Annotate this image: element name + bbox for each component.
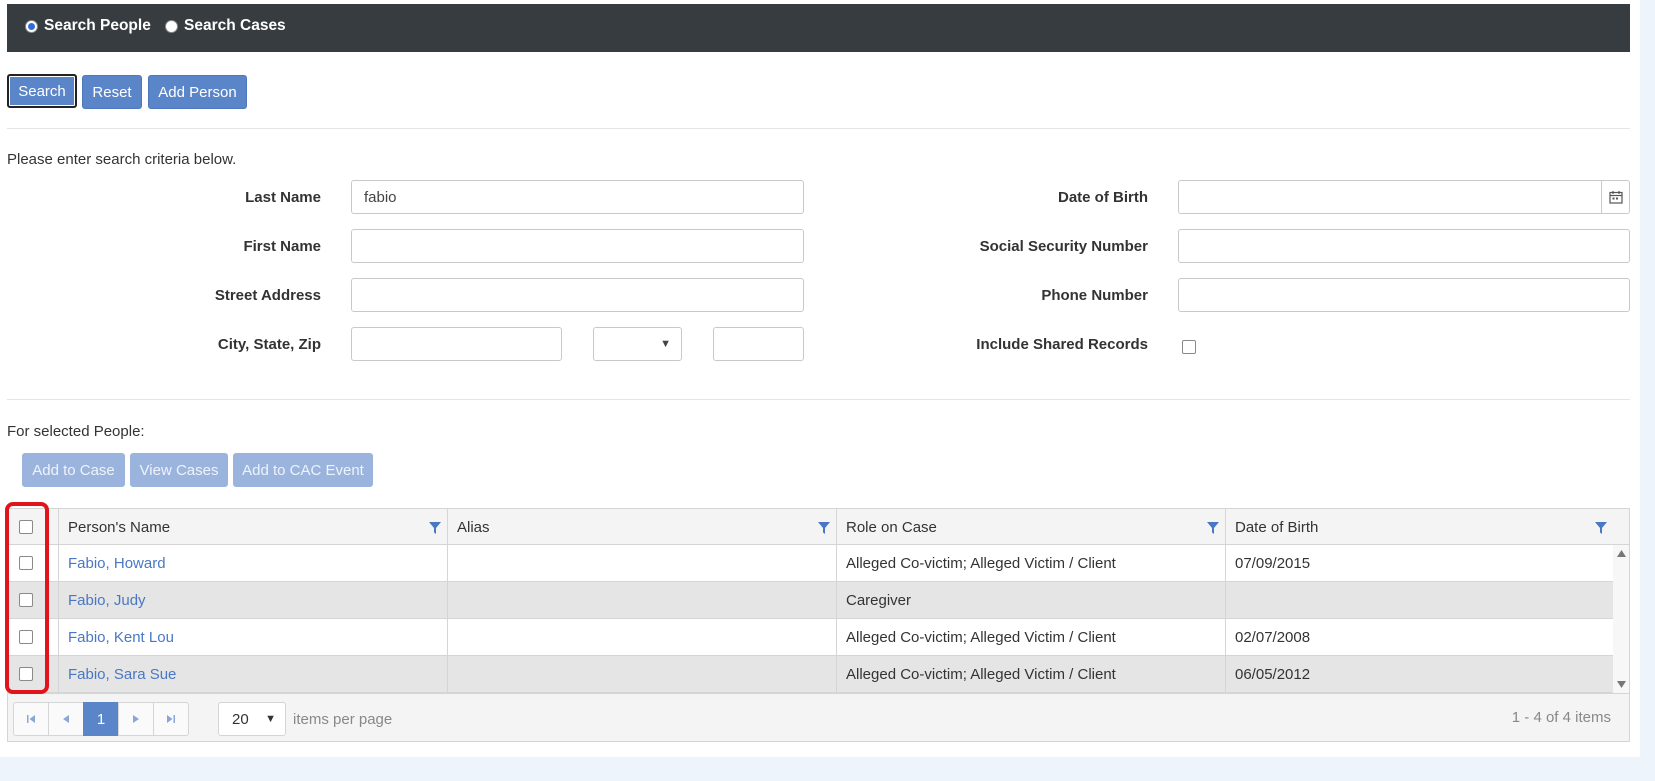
column-header-label: Date of Birth: [1235, 518, 1319, 536]
last-name-label: Last Name: [245, 189, 321, 206]
selected-people-label: For selected People:: [7, 423, 145, 440]
alias-cell: [447, 656, 836, 693]
person-name-cell: Fabio, Sara Sue: [58, 656, 447, 693]
add-to-case-button[interactable]: Add to Case: [22, 453, 125, 487]
scroll-down-icon[interactable]: [1617, 681, 1626, 688]
search-button[interactable]: Search: [7, 74, 77, 108]
city-input[interactable]: [351, 327, 562, 361]
page-1-button[interactable]: 1: [83, 702, 119, 736]
add-person-button[interactable]: Add Person: [148, 75, 247, 109]
role-cell: Alleged Co-victim; Alleged Victim / Clie…: [836, 619, 1225, 656]
divider: [7, 128, 1630, 129]
row-checkbox[interactable]: [19, 593, 33, 607]
role-cell: Alleged Co-victim; Alleged Victim / Clie…: [836, 545, 1225, 582]
view-cases-button[interactable]: View Cases: [130, 453, 228, 487]
city-state-zip-label: City, State, Zip: [217, 336, 321, 353]
page: Search People Search Cases Search Reset …: [0, 0, 1640, 757]
person-name-cell: Fabio, Howard: [58, 545, 447, 582]
role-cell: Caregiver: [836, 582, 1225, 619]
dob-input[interactable]: [1178, 180, 1630, 214]
state-select[interactable]: ▼: [593, 327, 682, 361]
column-header-dob[interactable]: Date of Birth: [1225, 509, 1613, 545]
scroll-up-icon[interactable]: [1617, 550, 1626, 557]
person-name-cell: Fabio, Judy: [58, 582, 447, 619]
grid-scrollbar[interactable]: [1613, 545, 1629, 693]
column-header-role[interactable]: Role on Case: [836, 509, 1225, 545]
select-all-cell: [8, 509, 58, 545]
role-cell: Alleged Co-victim; Alleged Victim / Clie…: [836, 656, 1225, 693]
dob-cell: 02/07/2008: [1225, 619, 1613, 656]
person-name-link[interactable]: Fabio, Judy: [68, 592, 146, 609]
first-page-icon[interactable]: [13, 702, 49, 736]
first-name-input[interactable]: [351, 229, 804, 263]
page-size-value: 20: [232, 710, 249, 728]
table-row[interactable]: Fabio, Judy Caregiver: [8, 582, 1613, 619]
pager-summary: 1 - 4 of 4 items: [1511, 709, 1611, 726]
row-checkbox[interactable]: [19, 667, 33, 681]
search-instructions: Please enter search criteria below.: [7, 151, 237, 168]
caret-down-icon: ▼: [660, 338, 671, 350]
alias-cell: [447, 545, 836, 582]
last-name-input[interactable]: fabio: [351, 180, 804, 214]
first-name-label: First Name: [243, 238, 321, 255]
previous-page-icon[interactable]: [48, 702, 84, 736]
grid-pager: 1 20 ▼ items per page 1 - 4 of 4 items: [8, 693, 1629, 741]
alias-cell: [447, 582, 836, 619]
search-cases-option[interactable]: Search Cases: [165, 17, 286, 35]
ssn-label: Social Security Number: [979, 238, 1148, 255]
search-cases-radio[interactable]: [165, 19, 178, 33]
person-name-link[interactable]: Fabio, Kent Lou: [68, 629, 174, 646]
row-checkbox[interactable]: [19, 556, 33, 570]
column-header-name[interactable]: Person's Name: [58, 509, 447, 545]
column-header-alias[interactable]: Alias: [447, 509, 836, 545]
include-shared-label: Include Shared Records: [976, 336, 1148, 353]
ssn-input[interactable]: [1178, 229, 1630, 263]
search-mode-bar: Search People Search Cases: [7, 4, 1630, 52]
items-per-page-label: items per page: [293, 711, 393, 728]
table-row[interactable]: Fabio, Sara Sue Alleged Co-victim; Alleg…: [8, 656, 1613, 693]
phone-label: Phone Number: [1041, 287, 1148, 304]
page-size-select[interactable]: 20 ▼: [218, 702, 286, 736]
filter-icon[interactable]: [429, 522, 441, 534]
zip-input[interactable]: [713, 327, 804, 361]
filter-icon[interactable]: [1595, 522, 1607, 534]
column-header-label: Alias: [457, 518, 490, 536]
alias-cell: [447, 619, 836, 656]
phone-input[interactable]: [1178, 278, 1630, 312]
search-cases-label: Search Cases: [184, 17, 286, 34]
include-shared-checkbox[interactable]: [1182, 340, 1196, 354]
dob-label: Date of Birth: [1058, 189, 1148, 206]
reset-button[interactable]: Reset: [82, 75, 142, 109]
add-to-cac-event-button[interactable]: Add to CAC Event: [233, 453, 373, 487]
table-row[interactable]: Fabio, Kent Lou Alleged Co-victim; Alleg…: [8, 619, 1613, 656]
search-people-option[interactable]: Search People: [25, 17, 151, 35]
street-address-input[interactable]: [351, 278, 804, 312]
table-row[interactable]: Fabio, Howard Alleged Co-victim; Alleged…: [8, 545, 1613, 582]
calendar-icon[interactable]: [1601, 181, 1629, 213]
divider: [7, 399, 1630, 400]
filter-icon[interactable]: [818, 522, 830, 534]
dob-cell: 06/05/2012: [1225, 656, 1613, 693]
column-header-label: Role on Case: [846, 518, 937, 536]
grid-header: Person's Name Alias Role on Case Date of…: [8, 509, 1629, 545]
person-name-cell: Fabio, Kent Lou: [58, 619, 447, 656]
dob-cell: [1225, 582, 1613, 619]
person-name-link[interactable]: Fabio, Sara Sue: [68, 666, 176, 683]
search-people-label: Search People: [44, 17, 151, 34]
dob-cell: 07/09/2015: [1225, 545, 1613, 582]
search-people-radio[interactable]: [25, 19, 38, 33]
people-grid: Person's Name Alias Role on Case Date of…: [7, 508, 1630, 742]
last-page-icon[interactable]: [153, 702, 189, 736]
next-page-icon[interactable]: [118, 702, 154, 736]
caret-down-icon: ▼: [265, 713, 276, 725]
street-address-label: Street Address: [214, 287, 321, 304]
person-name-link[interactable]: Fabio, Howard: [68, 555, 166, 572]
filter-icon[interactable]: [1207, 522, 1219, 534]
select-all-checkbox[interactable]: [19, 520, 33, 534]
row-checkbox[interactable]: [19, 630, 33, 644]
column-header-label: Person's Name: [68, 518, 171, 536]
